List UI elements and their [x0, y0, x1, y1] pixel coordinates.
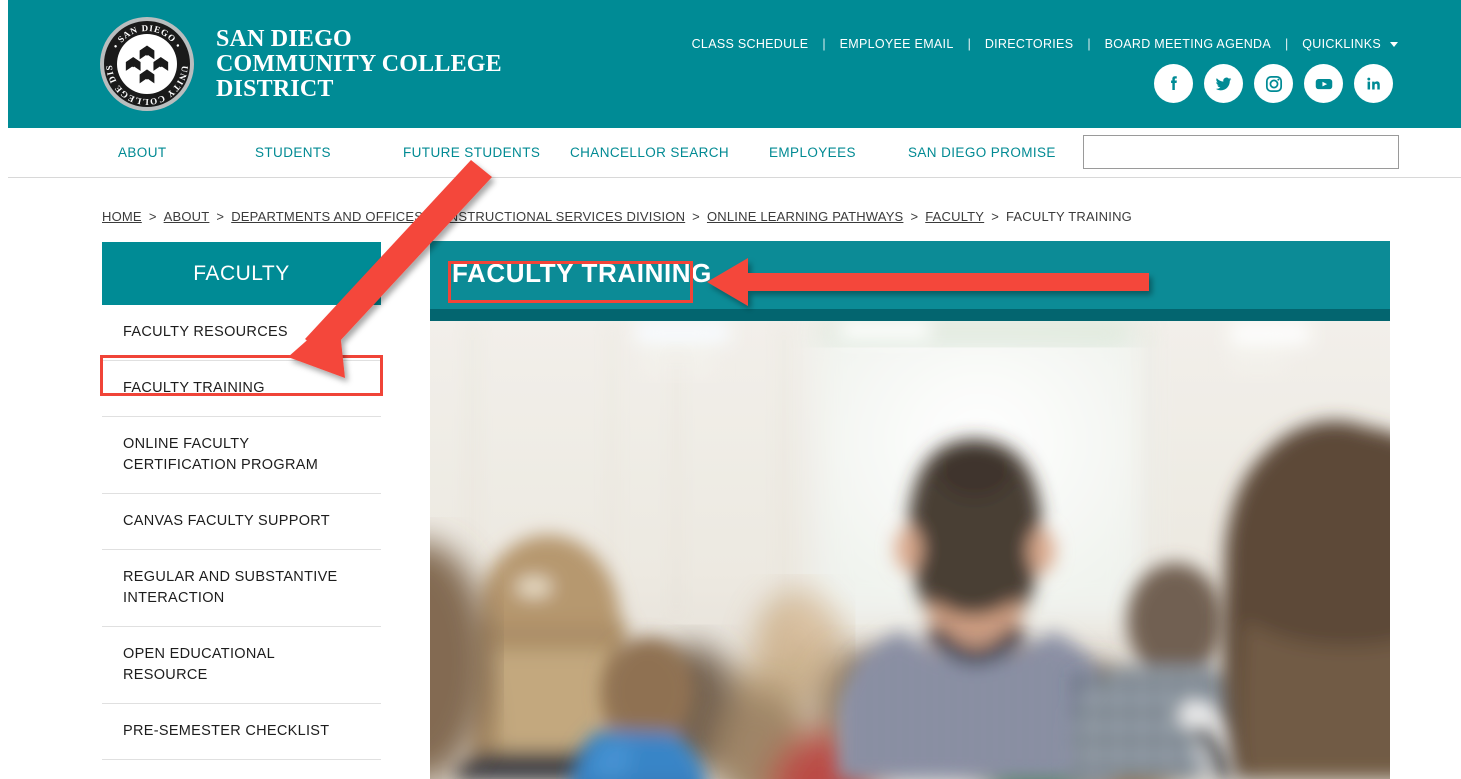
- site-title: SAN DIEGO COMMUNITY COLLEGE DISTRICT: [216, 25, 502, 102]
- nav-item-chancellor-search[interactable]: CHANCELLOR SEARCH: [570, 145, 729, 160]
- page-title-bar: FACULTY TRAINING: [430, 241, 1390, 309]
- sidebar-item-past-enrollments-in-canvas[interactable]: PAST ENROLLMENTS IN CANVAS: [102, 760, 381, 779]
- left-gutter: [0, 0, 8, 128]
- utility-link-class-schedule[interactable]: CLASS SCHEDULE: [692, 35, 809, 53]
- breadcrumb-separator: >: [991, 209, 999, 224]
- breadcrumb-item-about[interactable]: ABOUT: [164, 209, 210, 224]
- breadcrumb-separator: >: [910, 209, 919, 224]
- seal-cube-emblem: [125, 45, 169, 84]
- linkedin-icon[interactable]: [1354, 64, 1393, 103]
- search-input[interactable]: [1083, 135, 1399, 169]
- breadcrumb-separator: >: [216, 209, 225, 224]
- sidebar: FACULTY FACULTY RESOURCES FACULTY TRAINI…: [102, 242, 381, 779]
- sidebar-menu: FACULTY RESOURCES FACULTY TRAINING ONLIN…: [102, 305, 381, 779]
- utility-link-quicklinks[interactable]: QUICKLINKS: [1302, 35, 1398, 53]
- breadcrumb-item-online-learning-pathways[interactable]: ONLINE LEARNING PATHWAYS: [707, 209, 903, 224]
- social-links: [1154, 64, 1393, 103]
- chevron-down-icon: [1390, 42, 1398, 48]
- main-nav: ABOUT STUDENTS FUTURE STUDENTS CHANCELLO…: [8, 128, 1461, 178]
- nav-item-san-diego-promise[interactable]: SAN DIEGO PROMISE: [908, 145, 1056, 160]
- breadcrumb-separator: >: [430, 209, 438, 224]
- utility-link-quicklinks-label: QUICKLINKS: [1302, 37, 1381, 51]
- sidebar-item-pre-semester-checklist[interactable]: PRE-SEMESTER CHECKLIST: [102, 704, 381, 760]
- breadcrumb-item-home[interactable]: HOME: [102, 209, 142, 224]
- sidebar-item-faculty-resources[interactable]: FACULTY RESOURCES: [102, 305, 381, 361]
- hero-image-svg: [430, 321, 1390, 779]
- utility-separator: |: [1285, 37, 1289, 51]
- utility-separator: |: [822, 37, 826, 51]
- breadcrumb-item-faculty[interactable]: FACULTY: [925, 209, 984, 224]
- nav-item-about[interactable]: ABOUT: [118, 145, 167, 160]
- district-seal-logo: • SAN DIEGO • COMMUNITY COLLEGE DISTRICT: [100, 17, 194, 111]
- title-underbar: [430, 309, 1390, 321]
- site-brand[interactable]: • SAN DIEGO • COMMUNITY COLLEGE DISTRICT: [100, 17, 502, 111]
- utility-nav: CLASS SCHEDULE | EMPLOYEE EMAIL | DIRECT…: [692, 35, 1398, 53]
- utility-link-employee-email[interactable]: EMPLOYEE EMAIL: [840, 35, 954, 53]
- sidebar-item-regular-and-substantive-interaction[interactable]: REGULAR AND SUBSTANTIVE INTERACTION: [102, 550, 381, 627]
- sidebar-item-faculty-training[interactable]: FACULTY TRAINING: [102, 361, 381, 417]
- utility-separator: |: [1087, 37, 1091, 51]
- breadcrumb-item-current: FACULTY TRAINING: [1005, 209, 1132, 224]
- instagram-icon[interactable]: [1254, 64, 1293, 103]
- breadcrumb-separator: >: [148, 209, 157, 224]
- sidebar-item-open-educational-resource[interactable]: OPEN EDUCATIONAL RESOURCE: [102, 627, 381, 704]
- utility-separator: |: [967, 37, 971, 51]
- twitter-icon[interactable]: [1204, 64, 1243, 103]
- page-title: FACULTY TRAINING: [452, 258, 712, 288]
- nav-item-employees[interactable]: EMPLOYEES: [769, 145, 856, 160]
- utility-link-board-meeting-agenda[interactable]: BOARD MEETING AGENDA: [1105, 35, 1271, 53]
- utility-link-directories[interactable]: DIRECTORIES: [985, 35, 1074, 53]
- main-content: FACULTY TRAINING: [430, 241, 1390, 779]
- hero-image: [430, 321, 1390, 779]
- nav-item-future-students[interactable]: FUTURE STUDENTS: [403, 145, 540, 160]
- breadcrumb: HOME > ABOUT > DEPARTMENTS AND OFFICES >…: [102, 209, 1132, 224]
- facebook-icon[interactable]: [1154, 64, 1193, 103]
- sidebar-item-online-faculty-certification-program[interactable]: ONLINE FACULTY CERTIFICATION PROGRAM: [102, 417, 381, 494]
- breadcrumb-item-departments-and-offices[interactable]: DEPARTMENTS AND OFFICES: [231, 209, 423, 224]
- sidebar-item-canvas-faculty-support[interactable]: CANVAS FACULTY SUPPORT: [102, 494, 381, 550]
- nav-item-students[interactable]: STUDENTS: [255, 145, 331, 160]
- site-header: • SAN DIEGO • COMMUNITY COLLEGE DISTRICT: [8, 0, 1461, 128]
- youtube-icon[interactable]: [1304, 64, 1343, 103]
- breadcrumb-separator: >: [692, 209, 700, 224]
- breadcrumb-item-instructional-services-division[interactable]: INSTRUCTIONAL SERVICES DIVISION: [445, 209, 685, 224]
- sidebar-heading: FACULTY: [102, 242, 381, 305]
- page-root: • SAN DIEGO • COMMUNITY COLLEGE DISTRICT: [0, 0, 1461, 779]
